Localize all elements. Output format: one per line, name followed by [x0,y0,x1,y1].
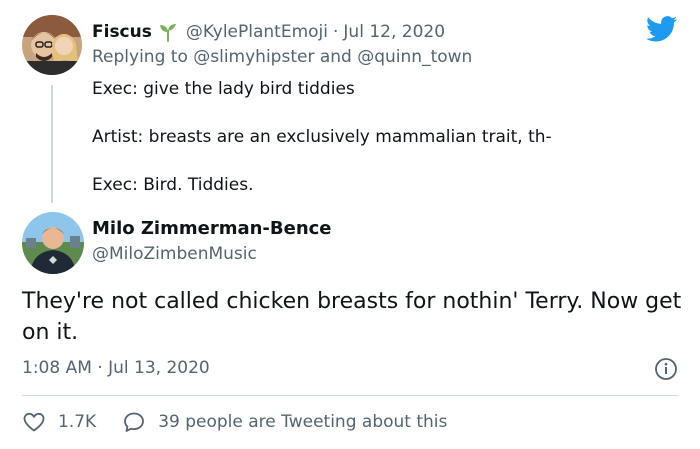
parent-tweet-header: Fiscus @KylePlantEmoji · Jul 12, 2020 [92,20,445,44]
info-icon[interactable] [654,357,678,381]
separator-dot: · [333,22,339,42]
divider [22,395,678,396]
thread-connector-line [51,85,53,203]
replying-to-prefix: Replying to [92,47,188,67]
parent-tweet-line-1: Exec: give the lady bird tiddies [92,79,355,99]
main-tweet-text: They're not called chicken breasts for n… [22,289,682,345]
avatar-milo[interactable] [22,212,84,274]
sprout-icon [158,22,178,42]
like-count: 1.7K [58,412,97,432]
tweeting-about-link[interactable]: 39 people are Tweeting about this [122,410,447,434]
parent-tweet-date[interactable]: Jul 12, 2020 [343,22,445,42]
replying-and: and [319,47,352,67]
twitter-bird-icon[interactable] [646,16,678,42]
main-tweet-timestamp[interactable]: 1:08 AM · Jul 13, 2020 [22,358,210,378]
tweeting-about-text: 39 people are Tweeting about this [158,412,448,432]
main-author-name[interactable]: Milo Zimmerman-Bence [92,218,332,239]
heart-icon [23,412,45,432]
parent-author-handle[interactable]: @KylePlantEmoji [186,22,328,42]
replying-mention-1[interactable]: @slimyhipster [193,47,314,67]
parent-tweet-line-3: Exec: Bird. Tiddies. [92,175,254,195]
parent-author-name[interactable]: Fiscus [92,22,152,42]
replying-to: Replying to @slimyhipster and @quinn_tow… [92,47,472,67]
tweet-actions: 1.7K 39 people are Tweeting about this [22,408,447,436]
avatar-fiscus[interactable] [22,15,82,75]
parent-tweet-line-2: Artist: breasts are an exclusively mamma… [92,127,552,147]
like-button[interactable]: 1.7K [22,410,96,434]
replying-mention-2[interactable]: @quinn_town [357,47,472,67]
main-author-handle[interactable]: @MiloZimbenMusic [92,244,257,264]
speech-bubble-icon [124,412,145,432]
